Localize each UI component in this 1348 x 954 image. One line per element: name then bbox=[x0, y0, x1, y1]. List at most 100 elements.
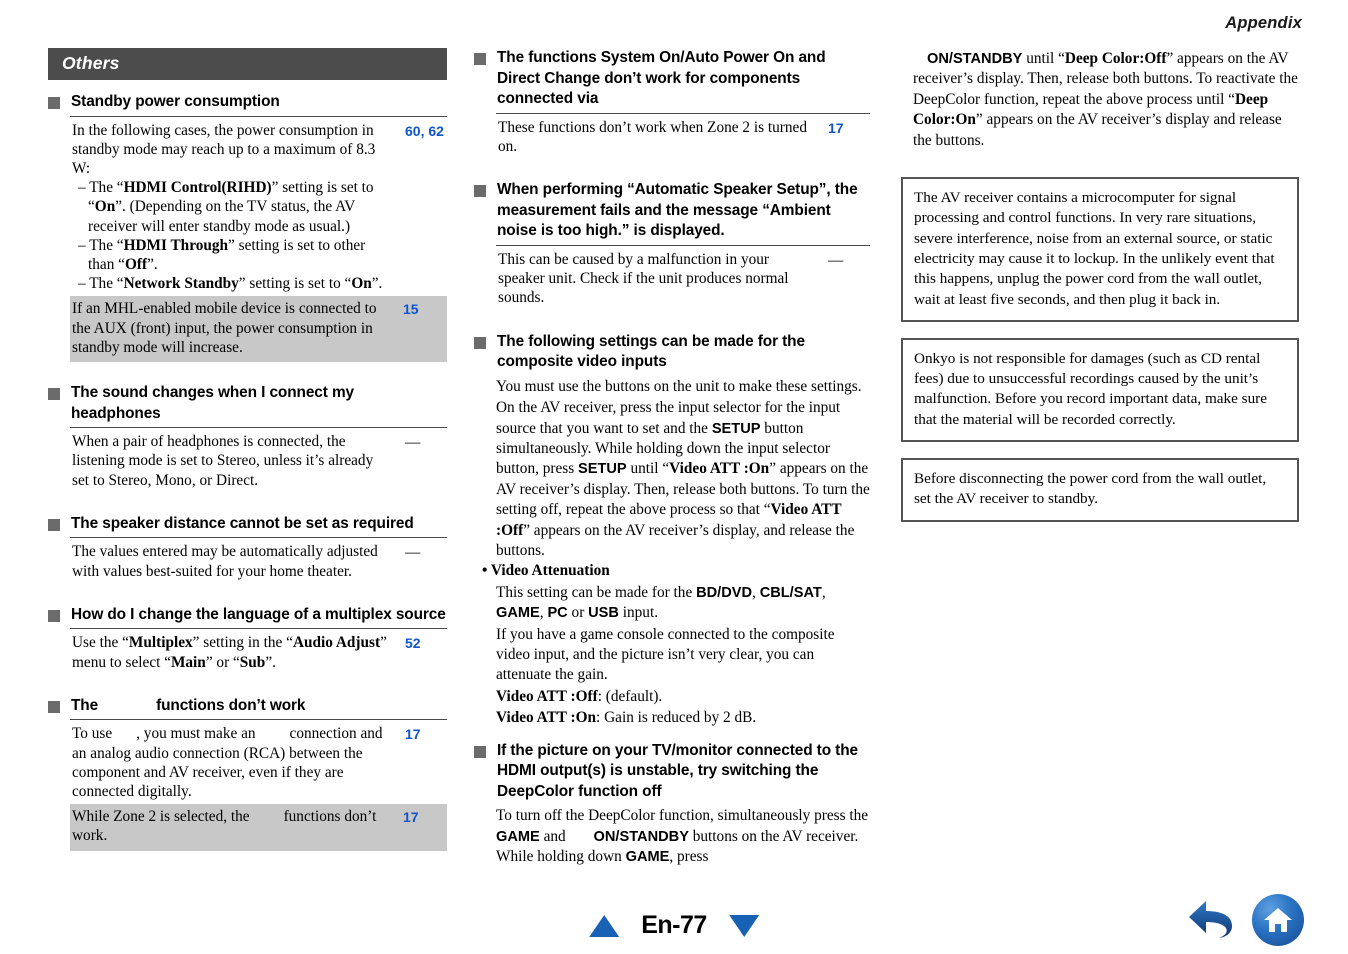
paragraph-att-off: Video ATT :Off: (default). bbox=[496, 687, 663, 705]
on-standby-button-label: ON/STANDBY bbox=[927, 51, 1023, 67]
sub-line-1: – The “HDMI Control(RIHD)” setting is se… bbox=[78, 179, 374, 235]
question-text: Standby power consumption bbox=[71, 93, 280, 110]
answer-text: This can be caused by a malfunction in y… bbox=[498, 250, 789, 307]
column-two: The functions System On/Auto Power On an… bbox=[474, 48, 870, 868]
page-footer: En-77 bbox=[0, 888, 1348, 954]
note-box-liability: Onkyo is not responsible for damages (su… bbox=[901, 337, 1299, 442]
question-text: The following settings can be made for t… bbox=[497, 332, 805, 371]
page-reference-none: — bbox=[828, 251, 844, 269]
paragraph-deepcolor-continued: ON/STANDBY until “Deep Color:Off” appear… bbox=[913, 50, 1298, 149]
question-ambient-noise: When performing “Automatic Speaker Setup… bbox=[474, 180, 870, 242]
setup-button-label: SETUP bbox=[578, 461, 627, 478]
answer-row: The values entered may be automatically … bbox=[70, 540, 447, 583]
page-reference-link[interactable]: 17 bbox=[824, 118, 870, 138]
square-bullet-icon bbox=[48, 97, 60, 109]
page-reference-link[interactable]: 60, 62 bbox=[401, 121, 447, 141]
answer-block: This can be caused by a malfunction in y… bbox=[496, 244, 870, 311]
answer-text: When a pair of headphones is connected, … bbox=[72, 433, 374, 489]
square-bullet-icon bbox=[48, 609, 60, 622]
input-cbl-sat: CBL/SAT bbox=[759, 584, 822, 601]
navigation-buttons bbox=[1186, 894, 1304, 946]
column-one: Others Standby power consumption In the … bbox=[48, 48, 447, 851]
paragraph-deepcolor-procedure: To turn off the DeepColor function, simu… bbox=[496, 807, 869, 866]
line-1: In the following cases, the power consum… bbox=[72, 121, 374, 139]
question-rihd-functions: The functions don’t work bbox=[48, 696, 447, 717]
on-standby-button-label: ON/STANDBY bbox=[593, 828, 689, 845]
answer-row-shaded: If an MHL-enabled mobile device is conne… bbox=[70, 296, 447, 363]
video-att-off-label: Video ATT :Off bbox=[496, 687, 598, 705]
chapter-header: Appendix bbox=[1225, 14, 1302, 32]
square-bullet-icon bbox=[48, 518, 60, 531]
answer-block: Use the “Multiplex” setting in the “Audi… bbox=[70, 628, 447, 674]
triangle-up-icon[interactable] bbox=[589, 914, 620, 937]
question-deepcolor-unstable: If the picture on your TV/monitor connec… bbox=[474, 741, 870, 803]
answer-row: These functions don’t work when Zone 2 i… bbox=[496, 116, 870, 159]
game-button-label: GAME bbox=[496, 828, 540, 845]
question-text: If the picture on your TV/monitor connec… bbox=[497, 741, 858, 800]
page-reference-none: — bbox=[405, 544, 421, 562]
answer-text: To use, you must make an connection and a… bbox=[72, 725, 383, 801]
answer-text: In the following cases, the power consum… bbox=[72, 121, 401, 294]
answer-row: Use the “Multiplex” setting in the “Audi… bbox=[70, 631, 447, 674]
question-standby-power: Standby power consumption bbox=[48, 92, 447, 113]
section-band-others: Others bbox=[48, 48, 447, 80]
answer-text: If an MHL-enabled mobile device is conne… bbox=[72, 300, 377, 356]
column-three: ON/STANDBY until “Deep Color:Off” appear… bbox=[901, 48, 1299, 538]
paragraph-use-unit-buttons: You must use the buttons on the unit to … bbox=[496, 377, 862, 395]
question-text-part-a: The bbox=[71, 696, 99, 714]
answer-text: The values entered may be automatically … bbox=[72, 543, 378, 580]
page-navigation: En-77 bbox=[589, 911, 759, 940]
back-arrow-icon[interactable] bbox=[1186, 895, 1240, 946]
video-att-on-value: Video ATT :On bbox=[669, 460, 770, 478]
square-bullet-icon bbox=[474, 185, 486, 198]
page-number-label: En-77 bbox=[641, 911, 707, 939]
bullet-video-attenuation: • Video Attenuation bbox=[482, 562, 610, 580]
page-reference-link[interactable]: 17 bbox=[401, 724, 447, 744]
question-text: The sound changes when I connect my head… bbox=[71, 384, 354, 422]
answer-block: The values entered may be automatically … bbox=[70, 537, 447, 583]
page-reference-link[interactable]: 52 bbox=[401, 633, 447, 653]
line-2: standby mode may reach up to a maximum o… bbox=[72, 140, 376, 177]
square-bullet-icon bbox=[48, 700, 60, 713]
input-pc: PC bbox=[547, 605, 568, 622]
question-text: The speaker distance cannot be set as re… bbox=[71, 514, 414, 532]
document-page: Appendix Others Standby power consumptio… bbox=[0, 0, 1348, 954]
page-reference-none: — bbox=[405, 434, 421, 452]
paragraph-game-console: If you have a game console connected to … bbox=[496, 625, 835, 684]
game-button-label: GAME bbox=[625, 849, 670, 866]
question-system-on-auto-power: The functions System On/Auto Power On an… bbox=[474, 48, 870, 110]
answer-row: This can be caused by a malfunction in y… bbox=[496, 248, 870, 311]
question-text: How do I change the language of a multip… bbox=[71, 605, 446, 623]
answer-row: When a pair of headphones is connected, … bbox=[70, 430, 447, 493]
page-reference-link[interactable]: 17 bbox=[399, 807, 445, 827]
square-bullet-icon bbox=[474, 53, 486, 65]
sub-line-2: – The “HDMI Through” setting is set to o… bbox=[78, 236, 366, 274]
page-reference-link[interactable]: 15 bbox=[399, 299, 445, 319]
setup-button-label: SETUP bbox=[711, 420, 761, 437]
answer-text: These functions don’t work when Zone 2 i… bbox=[498, 118, 807, 155]
answer-row: To use, you must make an connection and a… bbox=[70, 722, 447, 804]
sub-line-3: – The “Network Standby” setting is set t… bbox=[78, 275, 383, 293]
answer-row-shaded: While Zone 2 is selected, the functions d… bbox=[70, 804, 447, 851]
question-composite-video-inputs: The following settings can be made for t… bbox=[474, 332, 870, 373]
note-box-power-cord: Before disconnecting the power cord from… bbox=[901, 458, 1299, 522]
question-multiplex-language: How do I change the language of a multip… bbox=[48, 605, 447, 626]
square-bullet-icon bbox=[474, 336, 486, 349]
question-text-part-b: functions don’t work bbox=[156, 696, 306, 714]
answer-block: When a pair of headphones is connected, … bbox=[70, 427, 447, 493]
triangle-down-icon[interactable] bbox=[728, 914, 759, 937]
question-text: When performing “Automatic Speaker Setup… bbox=[497, 181, 858, 240]
answer-block: In the following cases, the power consum… bbox=[70, 115, 447, 363]
note-box-microcomputer: The AV receiver contains a microcomputer… bbox=[901, 177, 1299, 322]
answer-block: To use, you must make an connection and a… bbox=[70, 719, 447, 851]
question-speaker-distance: The speaker distance cannot be set as re… bbox=[48, 514, 447, 535]
question-headphones-sound: The sound changes when I connect my head… bbox=[48, 383, 447, 424]
deep-color-off-value: Deep Color:Off bbox=[1064, 50, 1167, 67]
answer-text: Use the “Multiplex” setting in the “Audi… bbox=[72, 634, 387, 671]
home-icon[interactable] bbox=[1252, 894, 1304, 946]
input-usb: USB bbox=[588, 605, 619, 622]
input-bd-dvd: BD/DVD bbox=[696, 584, 753, 601]
question-text: The functions System On/Auto Power On an… bbox=[497, 49, 826, 108]
input-game: GAME bbox=[496, 605, 540, 622]
paragraph-setup-procedure: On the AV receiver, press the input sele… bbox=[496, 399, 870, 560]
